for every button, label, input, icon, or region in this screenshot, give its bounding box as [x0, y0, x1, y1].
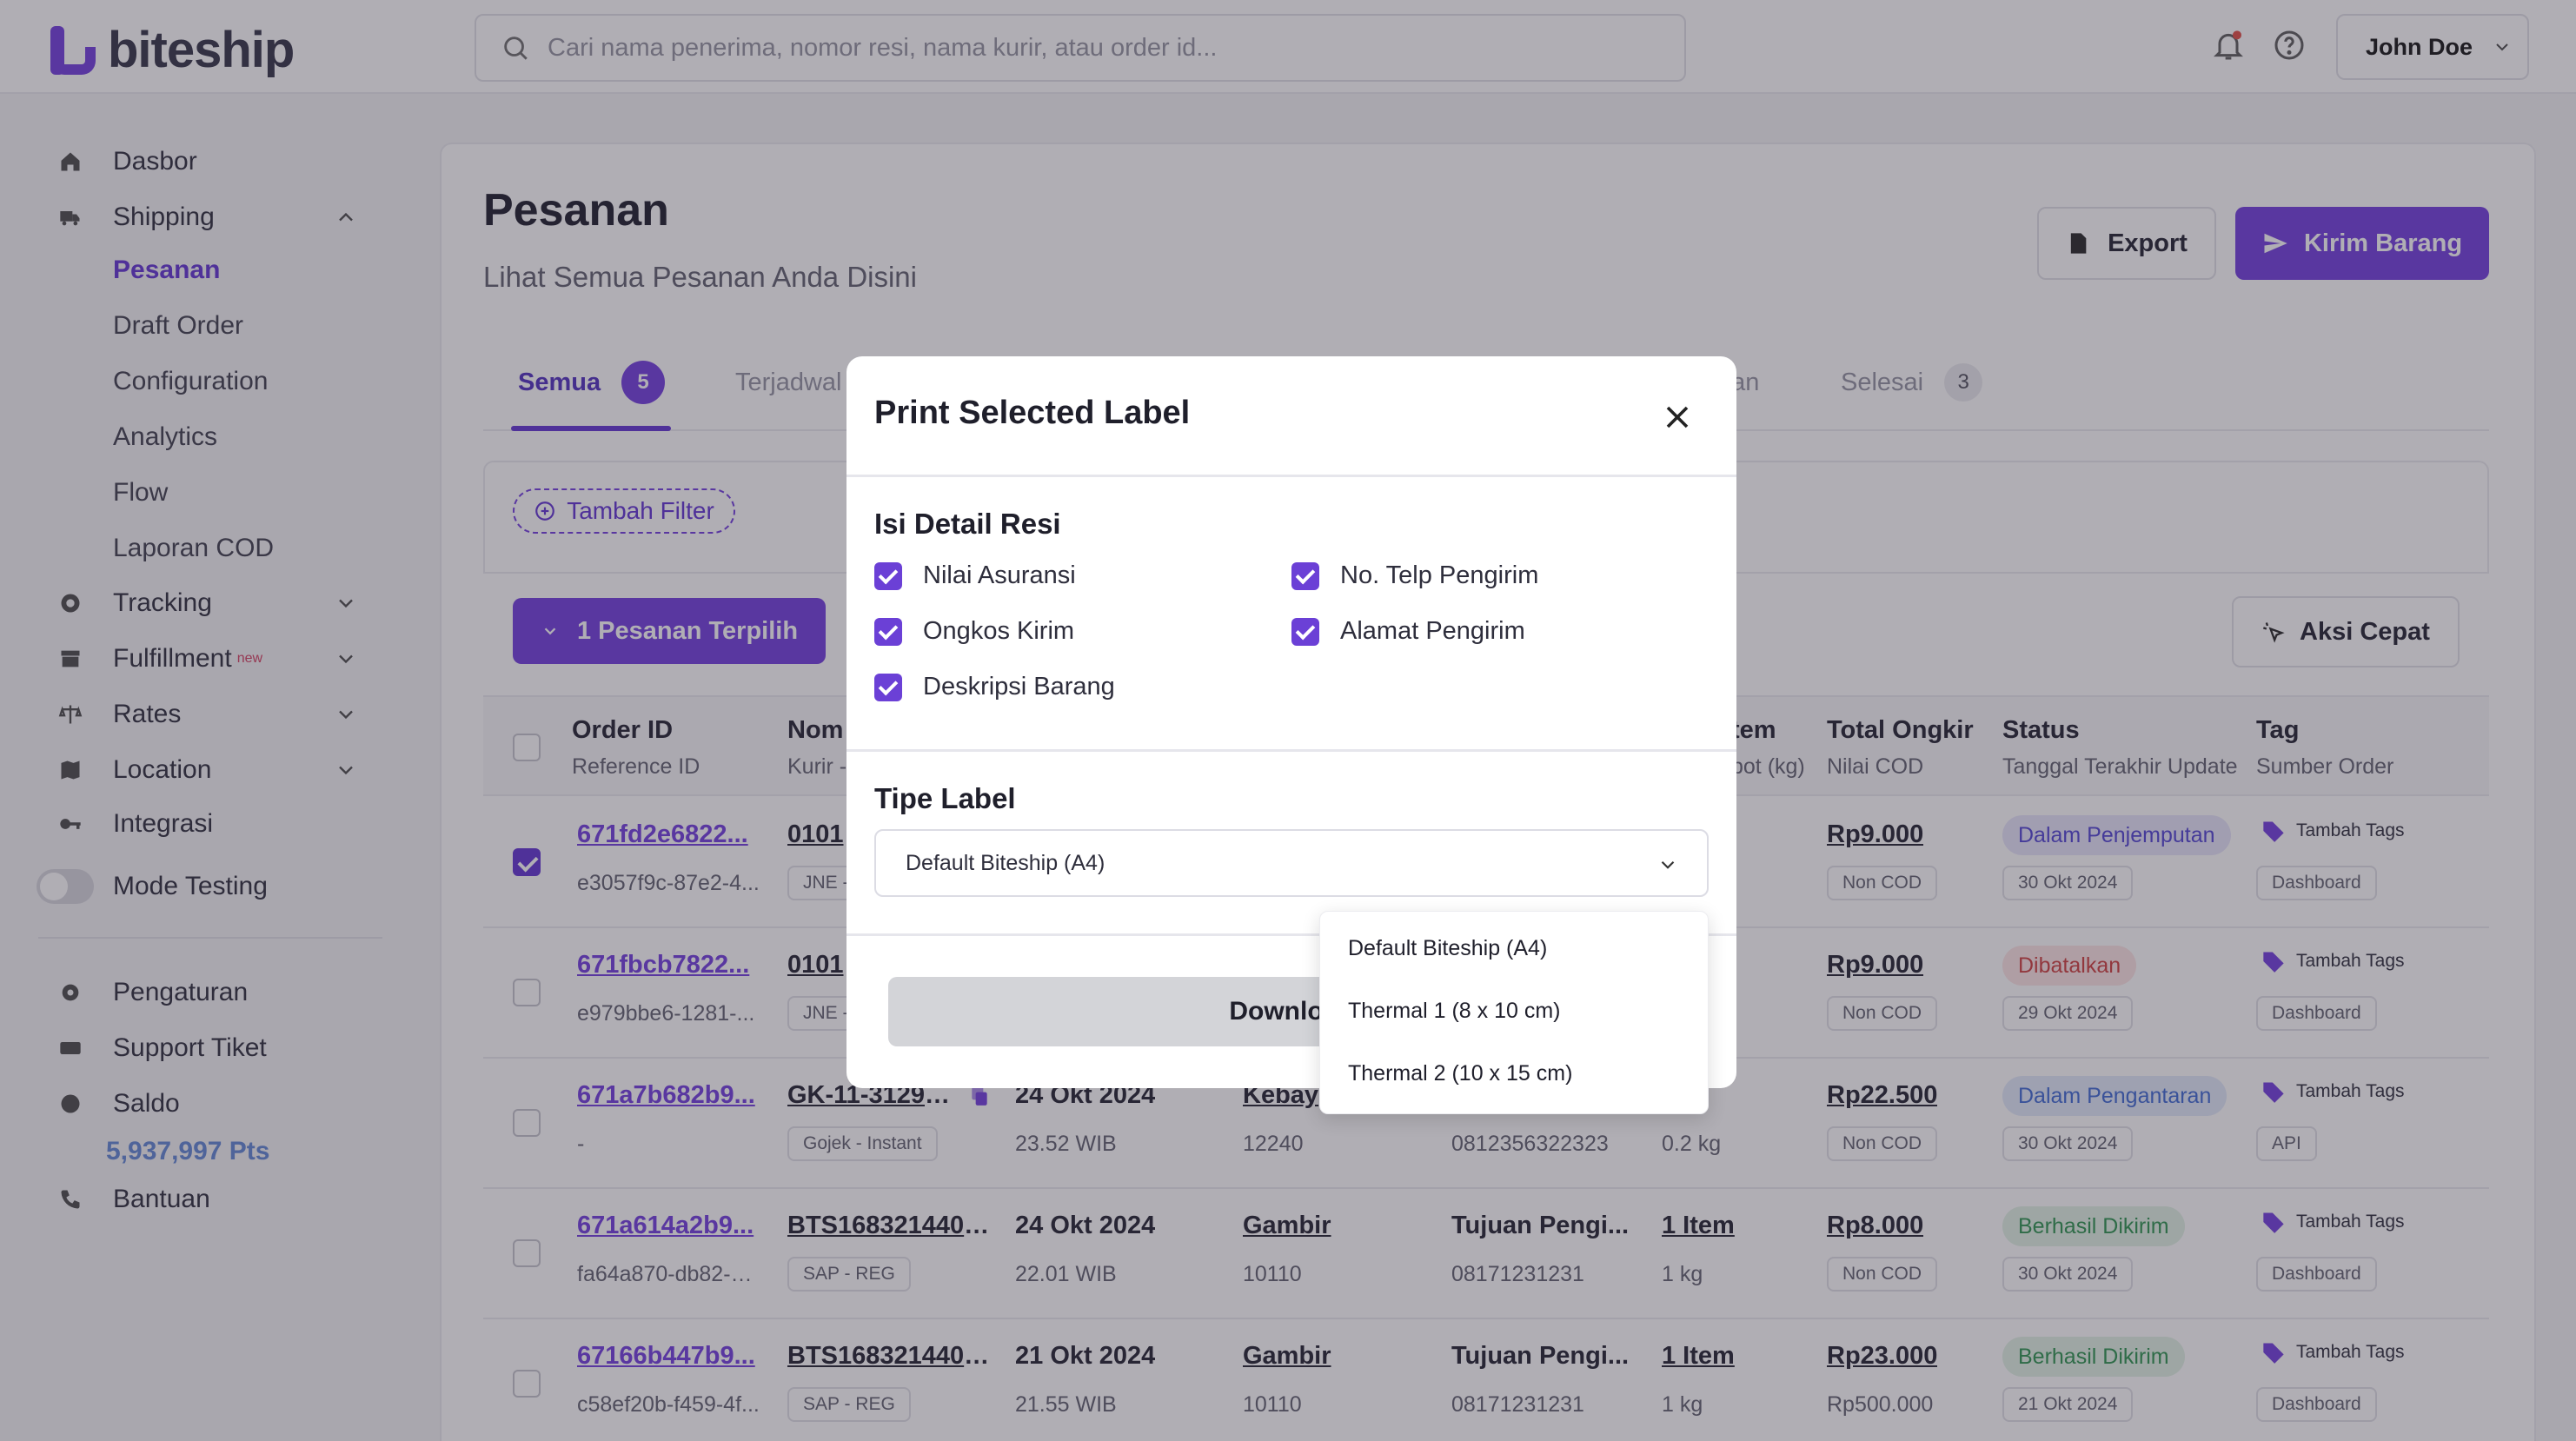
select-value: Default Biteship (A4) [906, 850, 1105, 875]
checkbox-checked[interactable] [874, 561, 902, 590]
checkbox-checked[interactable] [1291, 617, 1319, 646]
option-label: No. Telp Pengirim [1340, 561, 1539, 589]
option-alamat-pengirim[interactable]: Alamat Pengirim [1291, 617, 1525, 646]
modal-title: Print Selected Label [874, 395, 1191, 431]
label-type-select[interactable]: Default Biteship (A4) [874, 829, 1709, 897]
checkbox-checked[interactable] [874, 673, 902, 701]
option-label: Deskripsi Barang [923, 673, 1115, 701]
checkbox-checked[interactable] [1291, 561, 1319, 590]
option-nilai-asuransi[interactable]: Nilai Asuransi [874, 561, 1076, 590]
option-ongkos-kirim[interactable]: Ongkos Kirim [874, 617, 1074, 646]
option-label: Nilai Asuransi [923, 561, 1076, 589]
dropdown-option[interactable]: Thermal 1 (8 x 10 cm) [1348, 999, 1561, 1024]
dropdown-option[interactable]: Thermal 2 (10 x 15 cm) [1348, 1061, 1572, 1086]
tipe-label-heading: Tipe Label [874, 782, 1016, 814]
label-type-dropdown: Default Biteship (A4) Thermal 1 (8 x 10 … [1319, 911, 1709, 1114]
modal-divider [846, 475, 1736, 477]
dropdown-option[interactable]: Default Biteship (A4) [1348, 936, 1547, 961]
option-label: Ongkos Kirim [923, 617, 1075, 645]
modal-divider [846, 749, 1736, 752]
option-label: Alamat Pengirim [1340, 617, 1525, 645]
close-icon[interactable] [1658, 398, 1696, 436]
option-telp-pengirim[interactable]: No. Telp Pengirim [1291, 561, 1538, 590]
option-deskripsi-barang[interactable]: Deskripsi Barang [874, 673, 1115, 701]
checkbox-checked[interactable] [874, 617, 902, 646]
chevron-down-icon [1661, 860, 1675, 869]
detail-resi-heading: Isi Detail Resi [874, 508, 1061, 540]
